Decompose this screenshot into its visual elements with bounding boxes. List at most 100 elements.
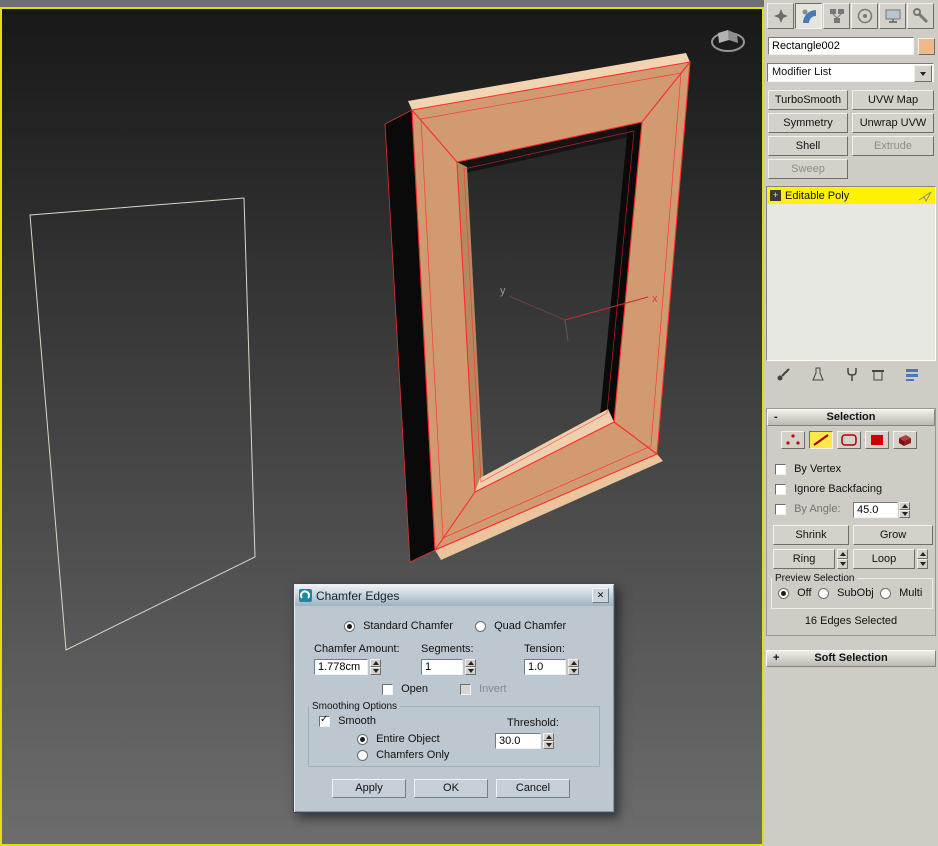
element-subobject-button[interactable] [893, 431, 917, 449]
modifier-list-dropdown[interactable]: Modifier List [767, 63, 934, 82]
close-button[interactable]: ✕ [592, 588, 609, 603]
shell-button[interactable]: Shell [768, 136, 848, 156]
spinner-down-button[interactable] [568, 667, 579, 675]
tab-utilities[interactable] [907, 3, 934, 29]
chamfers-only-radio[interactable]: Chamfers Only [357, 749, 449, 762]
preview-multi-radio[interactable]: Multi [880, 587, 922, 600]
spinner-up-button[interactable] [543, 733, 554, 741]
soft-selection-rollout-header[interactable]: + Soft Selection [766, 650, 936, 667]
radio-icon[interactable] [880, 588, 891, 599]
smooth-checkbox[interactable]: Smooth [319, 714, 376, 728]
radio-icon[interactable] [357, 734, 368, 745]
polygon-subobject-button[interactable] [865, 431, 889, 449]
cancel-button[interactable]: Cancel [496, 779, 570, 798]
by-vertex-label: By Vertex [794, 463, 842, 475]
spinner-down-button[interactable] [899, 510, 910, 518]
make-unique-icon[interactable] [844, 366, 860, 382]
by-angle-field[interactable] [853, 502, 898, 518]
tab-modify[interactable] [795, 3, 822, 29]
radio-icon[interactable] [357, 750, 368, 761]
checkbox-icon[interactable] [319, 714, 330, 727]
quad-chamfer-radio[interactable]: Quad Chamfer [475, 620, 566, 633]
spinner-down-button[interactable] [543, 741, 554, 749]
apply-button[interactable]: Apply [332, 779, 406, 798]
border-subobject-button[interactable] [837, 431, 861, 449]
unwrap-uvw-button[interactable]: Unwrap UVW [852, 113, 934, 133]
object-color-swatch[interactable] [918, 38, 935, 55]
tab-hierarchy[interactable] [823, 3, 850, 29]
loop-spinner[interactable] [917, 549, 928, 569]
grow-button[interactable]: Grow [853, 525, 933, 545]
radio-icon[interactable] [344, 621, 355, 632]
spinner-down-button[interactable] [370, 667, 381, 675]
entire-object-radio[interactable]: Entire Object [357, 733, 440, 746]
dialog-titlebar[interactable]: Chamfer Edges ✕ [295, 585, 613, 606]
by-vertex-checkbox[interactable]: By Vertex [775, 463, 841, 476]
ring-spinner[interactable] [837, 549, 848, 569]
spinner-up-button[interactable] [568, 659, 579, 667]
segments-spinner[interactable] [465, 659, 476, 675]
edge-subobject-button[interactable] [809, 431, 833, 449]
modifier-stack-list[interactable]: + Editable Poly [766, 186, 936, 361]
remove-modifier-icon[interactable] [870, 366, 886, 382]
modify-icon [802, 9, 816, 23]
preview-off-radio[interactable]: Off [778, 587, 812, 600]
spinner-up-button[interactable] [899, 502, 910, 510]
tab-motion[interactable] [851, 3, 878, 29]
shrink-button[interactable]: Shrink [773, 525, 849, 545]
by-angle-label: By Angle: [794, 503, 841, 515]
ignore-backfacing-checkbox[interactable]: Ignore Backfacing [775, 483, 882, 496]
spinner-down-button[interactable] [837, 559, 848, 569]
checkbox-icon[interactable] [382, 684, 393, 695]
object-name-field[interactable] [768, 37, 914, 55]
display-icon [885, 9, 900, 23]
soft-selection-title: Soft Selection [814, 652, 888, 664]
radio-icon[interactable] [778, 588, 789, 599]
spinner-up-button[interactable] [465, 659, 476, 667]
pin-stack-icon[interactable] [776, 366, 792, 382]
ring-button[interactable]: Ring [773, 549, 835, 569]
orbit-gizmo-icon[interactable] [711, 30, 745, 52]
checkbox-icon[interactable] [775, 464, 786, 475]
threshold-field[interactable] [495, 733, 541, 749]
segments-field[interactable] [421, 659, 463, 675]
checkbox-icon[interactable] [775, 484, 786, 495]
open-checkbox[interactable]: Open [382, 683, 428, 696]
by-angle-checkbox[interactable]: By Angle: [775, 503, 841, 516]
spinner-up-button[interactable] [917, 549, 928, 559]
threshold-spinner[interactable] [543, 733, 554, 749]
checkbox-icon[interactable] [775, 504, 786, 515]
radio-icon[interactable] [818, 588, 829, 599]
subobject-buttons [781, 431, 917, 449]
modifier-list-arrow-button[interactable] [914, 65, 932, 82]
spinner-down-button[interactable] [465, 667, 476, 675]
preview-subobj-radio[interactable]: SubObj [818, 587, 874, 600]
standard-chamfer-radio[interactable]: Standard Chamfer [344, 620, 453, 633]
spinner-down-button[interactable] [917, 559, 928, 569]
selection-rollout-header[interactable]: - Selection [767, 409, 935, 426]
ok-button[interactable]: OK [414, 779, 488, 798]
vertex-subobject-button[interactable] [781, 431, 805, 449]
turbosmooth-button[interactable]: TurboSmooth [768, 90, 848, 110]
loop-button[interactable]: Loop [853, 549, 915, 569]
tab-display[interactable] [879, 3, 906, 29]
radio-icon[interactable] [475, 621, 486, 632]
uvw-map-button[interactable]: UVW Map [852, 90, 934, 110]
stack-expand-icon[interactable]: + [770, 190, 781, 201]
spinner-up-button[interactable] [370, 659, 381, 667]
tension-spinner[interactable] [568, 659, 579, 675]
by-angle-spinner[interactable] [899, 502, 910, 518]
chevron-down-icon [920, 71, 926, 76]
show-end-result-icon[interactable] [810, 366, 826, 382]
chamfer-amount-spinner[interactable] [370, 659, 381, 675]
border-icon [841, 434, 857, 446]
tension-field[interactable] [524, 659, 566, 675]
command-panel-tabs [767, 3, 934, 29]
tab-create[interactable] [767, 3, 794, 29]
symmetry-button[interactable]: Symmetry [768, 113, 848, 133]
configure-modifier-sets-icon[interactable] [904, 366, 920, 382]
dialog-title: Chamfer Edges [316, 588, 400, 603]
spinner-up-button[interactable] [837, 549, 848, 559]
chamfer-amount-field[interactable] [314, 659, 368, 675]
stack-item-editable-poly[interactable]: + Editable Poly [767, 187, 935, 204]
